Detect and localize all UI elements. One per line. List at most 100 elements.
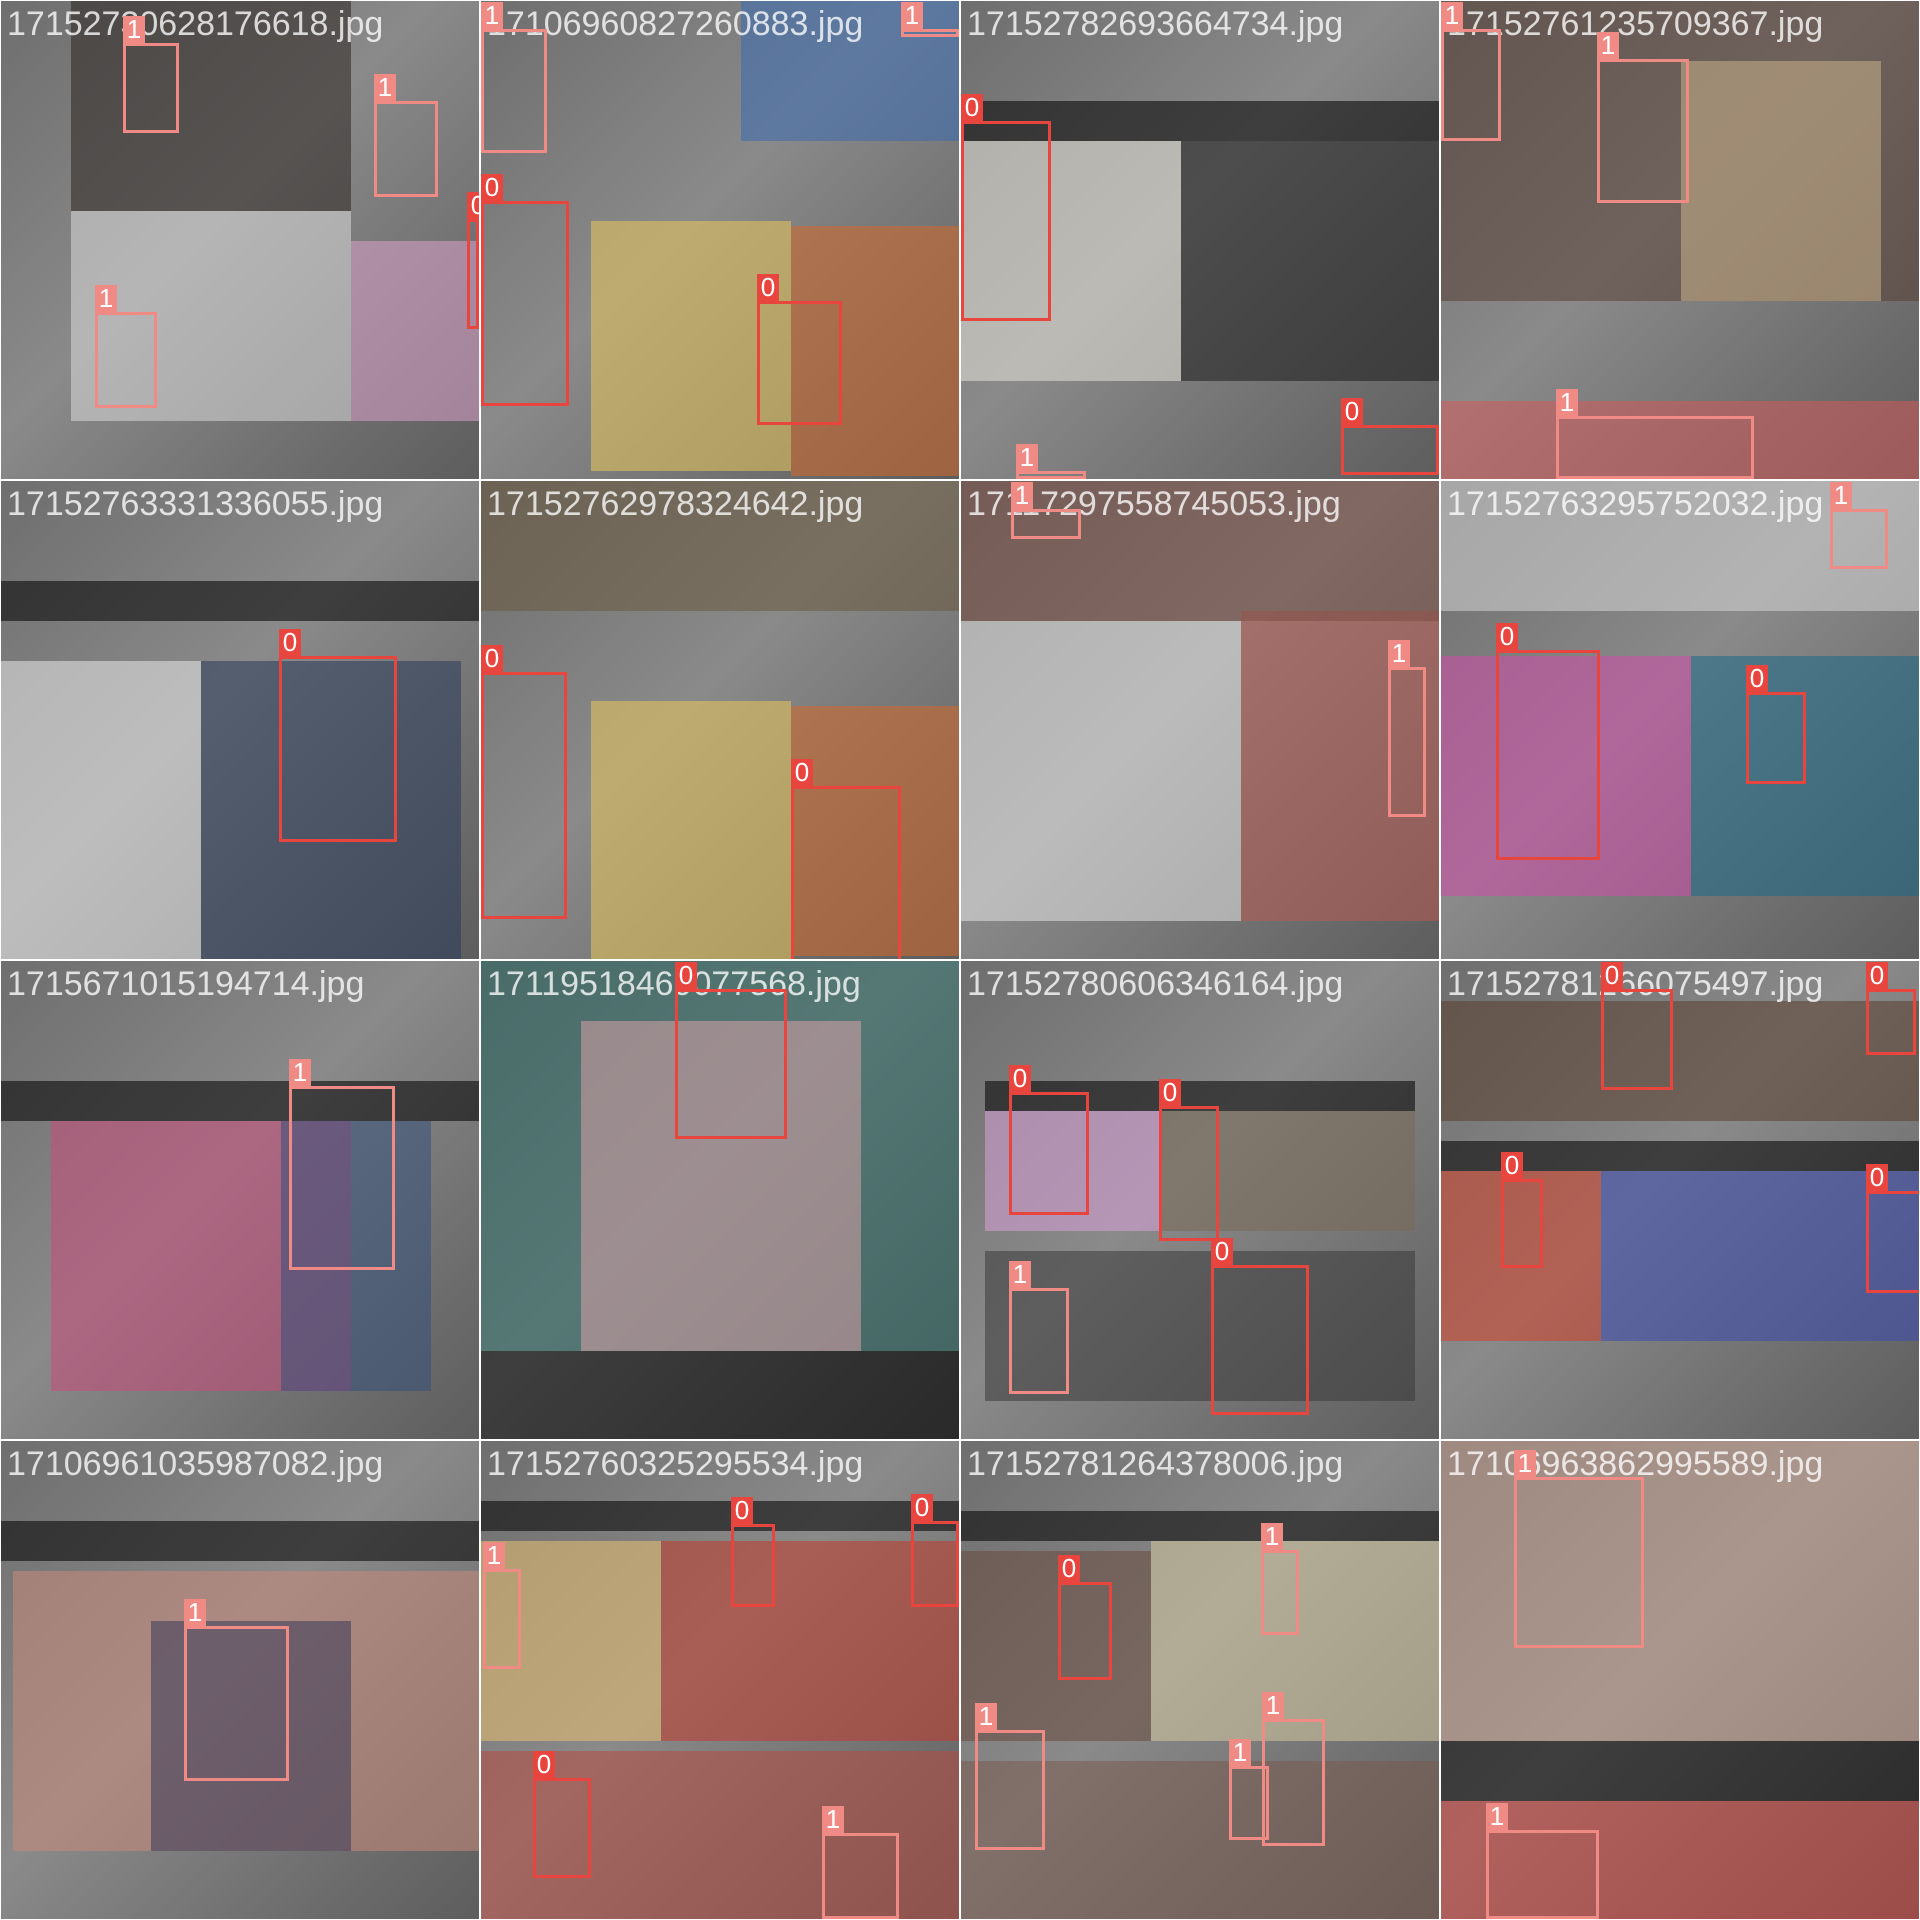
tile-filename: 17106961035987082.jpg [7, 1445, 384, 1483]
detection-label: 0 [279, 629, 301, 656]
detection-label: 1 [901, 2, 923, 29]
detection-box: 0 [1058, 1555, 1112, 1680]
detection-label: 0 [1746, 665, 1768, 692]
detection-box: 1 [289, 1059, 395, 1270]
detection-box: 1 [901, 2, 959, 37]
detection-box: 1 [975, 1703, 1045, 1850]
detection-label: 1 [289, 1059, 311, 1086]
detection-box: 1 [1262, 1692, 1325, 1846]
detection-box: 1 [95, 285, 157, 408]
detection-label: 1 [374, 74, 396, 101]
detection-box: 1 [1830, 482, 1888, 569]
image-tile: 17152780606346164.jpg 0 0 0 1 [961, 961, 1439, 1439]
detection-box: 1 [1486, 1803, 1599, 1919]
detection-label: 1 [481, 2, 503, 29]
detection-label: 1 [975, 1703, 997, 1730]
photo-region [1441, 1441, 1919, 1741]
photo-region [1, 581, 479, 621]
detection-box: 1 [123, 16, 179, 133]
detection-label: 1 [1556, 389, 1578, 416]
detection-label: 0 [1159, 1079, 1181, 1106]
detection-box: 0 [1159, 1079, 1219, 1241]
tile-filename: 17152780606346164.jpg [967, 965, 1344, 1003]
detection-box: 0 [1866, 962, 1916, 1055]
image-tile: 17152761235709367.jpg 1 1 1 [1441, 1, 1919, 479]
detection-label: 1 [1011, 482, 1033, 509]
detection-label: 0 [1866, 1164, 1888, 1191]
detection-box: 1 [184, 1599, 289, 1781]
detection-box: 0 [731, 1497, 775, 1607]
detection-label: 1 [1486, 1803, 1508, 1830]
image-tile: 17152763295752032.jpg 1 0 0 [1441, 481, 1919, 959]
detection-box: 1 [1011, 482, 1081, 539]
tile-filename: 17152762978324642.jpg [487, 485, 864, 523]
detection-label: 1 [1388, 640, 1410, 667]
tile-filename: 1715671015194714.jpg [7, 965, 365, 1003]
detection-box: 1 [483, 1542, 521, 1669]
detection-box: 0 [757, 274, 842, 425]
detection-label: 1 [1261, 1523, 1283, 1550]
detection-label: 1 [483, 1542, 505, 1569]
detection-box: 0 [1746, 665, 1806, 784]
detection-label: 0 [1501, 1152, 1523, 1179]
detection-box: 0 [675, 962, 787, 1139]
image-tile: 17106961035987082.jpg 1 [1, 1441, 479, 1919]
detection-label: 0 [467, 192, 479, 219]
detection-label: 0 [533, 1751, 555, 1778]
detection-box: 1 [1009, 1261, 1069, 1394]
detection-box: 1 [1016, 444, 1086, 479]
mosaic-grid: 17152730628176618.jpg 1 1 1 0 171069608272608… [0, 0, 1920, 1920]
tile-filename: 17152763295752032.jpg [1447, 485, 1824, 523]
detection-label: 0 [731, 1497, 753, 1524]
detection-box: 0 [481, 645, 567, 919]
tile-filename: 17152761235709367.jpg [1447, 5, 1824, 43]
detection-label: 1 [1229, 1739, 1251, 1766]
detection-box: 1 [822, 1806, 899, 1919]
image-tile: 17117297558745053.jpg 1 1 [961, 481, 1439, 959]
image-tile: 17152763331336055.jpg 0 [1, 481, 479, 959]
photo-region [481, 1501, 959, 1531]
detection-box: 0 [1341, 398, 1439, 475]
detection-box: 1 [374, 74, 438, 197]
detection-label: 0 [1211, 1238, 1233, 1265]
tile-filename: 17152781264378006.jpg [967, 1445, 1344, 1483]
detection-box: 1 [1388, 640, 1426, 817]
photo-region [1441, 1001, 1919, 1121]
photo-region [1, 1081, 479, 1121]
photo-region [1441, 1741, 1919, 1801]
detection-box: 0 [533, 1751, 591, 1878]
detection-label: 0 [481, 645, 503, 672]
detection-label: 1 [1262, 1692, 1284, 1719]
detection-label: 0 [791, 759, 813, 786]
detection-label: 0 [1866, 962, 1888, 989]
detection-box: 0 [1496, 623, 1600, 860]
detection-label: 1 [1009, 1261, 1031, 1288]
detection-label: 0 [757, 274, 779, 301]
detection-box: 1 [1441, 2, 1501, 141]
detection-box: 0 [911, 1494, 959, 1607]
detection-label: 1 [1514, 1450, 1536, 1477]
detection-box: 0 [1601, 962, 1673, 1090]
tile-filename: 17119518469077568.jpg [487, 965, 861, 1003]
detection-box: 1 [481, 2, 547, 153]
tile-filename: 17152760325295534.jpg [487, 1445, 864, 1483]
detection-label: 1 [1016, 444, 1038, 471]
tile-filename: 17152782693664734.jpg [967, 5, 1344, 43]
detection-label: 0 [1009, 1065, 1031, 1092]
detection-label: 0 [481, 174, 503, 201]
photo-region [1, 1521, 479, 1561]
image-tile: 17152782693664734.jpg 0 0 1 [961, 1, 1439, 479]
photo-region [481, 1351, 959, 1439]
detection-label: 0 [1058, 1555, 1080, 1582]
detection-label: 0 [675, 962, 697, 989]
image-tile: 17106960827260883.jpg 1 1 0 0 [481, 1, 959, 479]
image-tile: 17152762978324642.jpg 0 0 [481, 481, 959, 959]
detection-box: 0 [467, 192, 479, 329]
detection-box: 1 [1229, 1739, 1269, 1840]
image-tile: 17152781266075497.jpg 0 0 0 0 [1441, 961, 1919, 1439]
detection-label: 0 [1601, 962, 1623, 989]
detection-label: 1 [95, 285, 117, 312]
detection-box: 0 [1501, 1152, 1543, 1268]
photo-region [961, 621, 1241, 921]
image-tile: 17152760325295534.jpg 1 0 0 0 1 [481, 1441, 959, 1919]
